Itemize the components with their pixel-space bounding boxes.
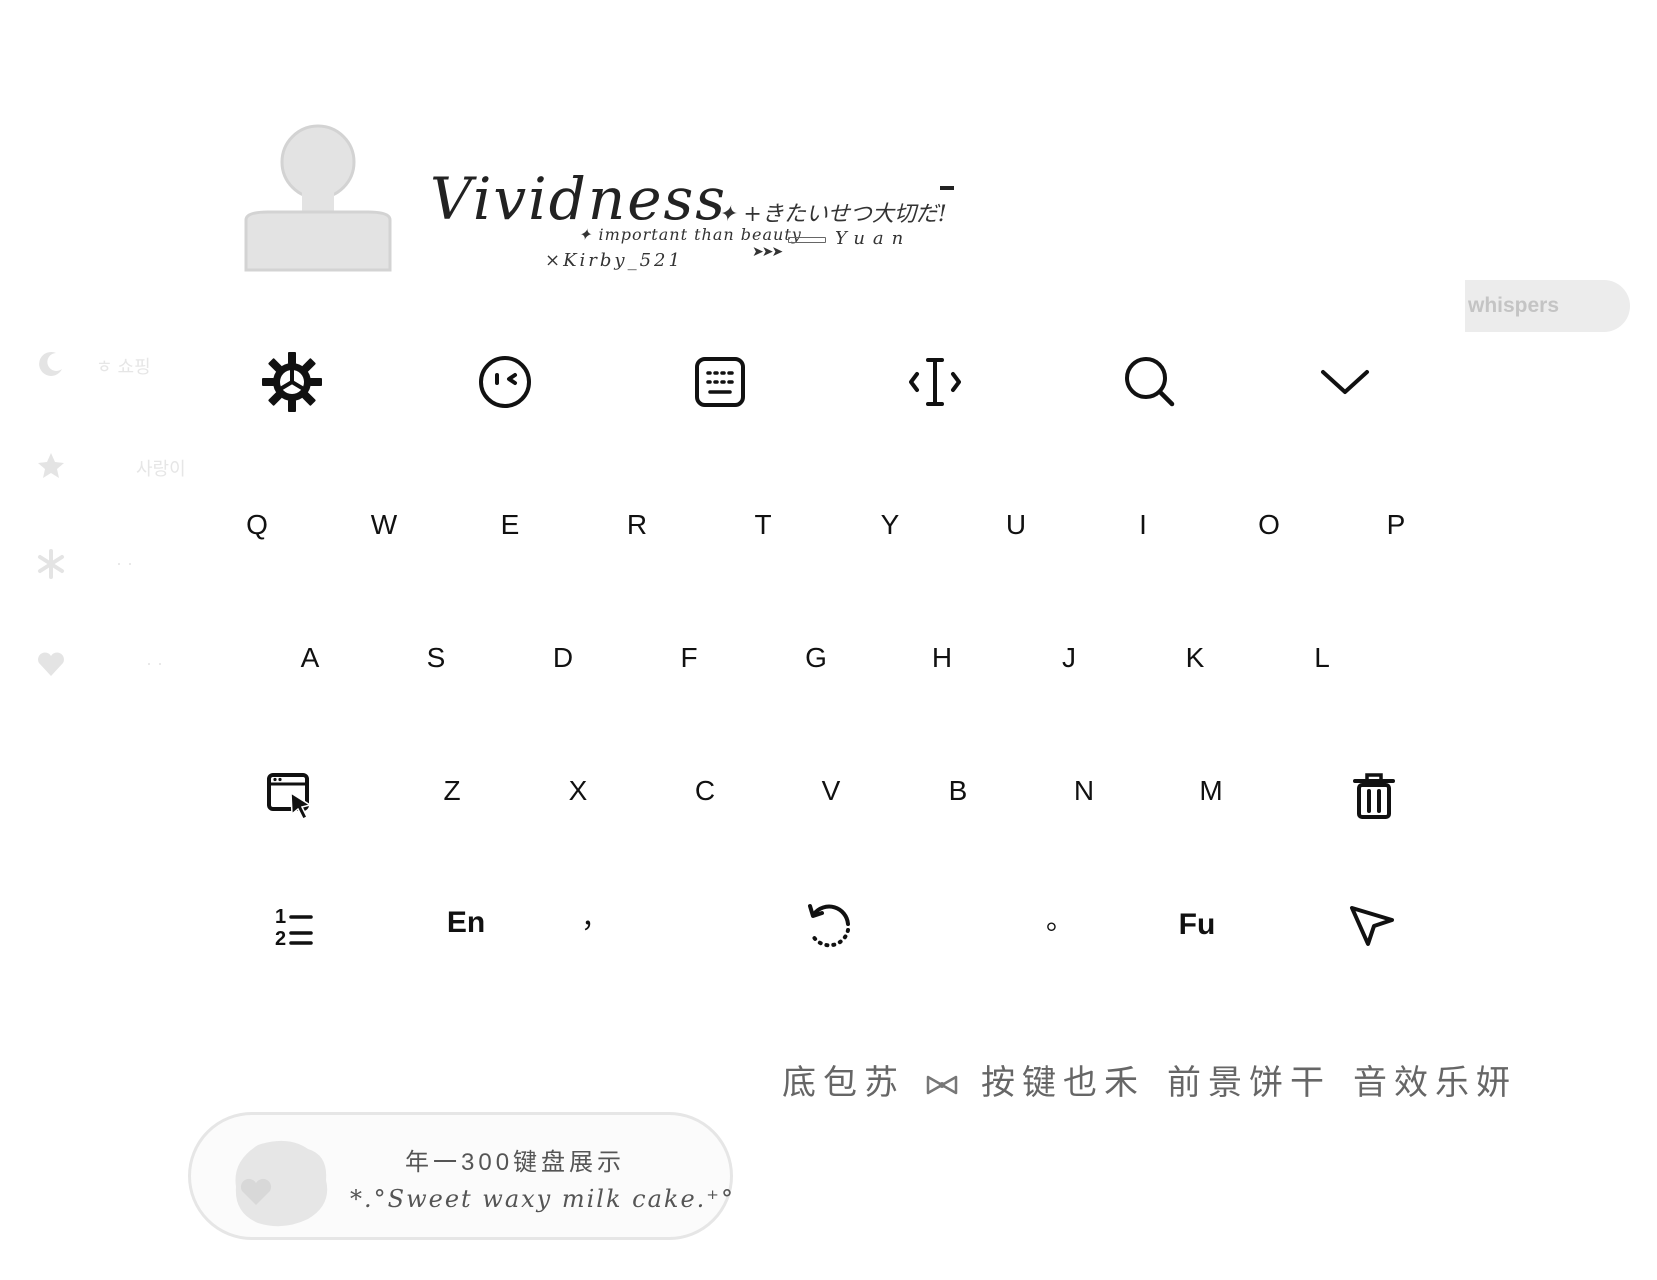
key-n[interactable]: N xyxy=(1044,761,1124,821)
star-icon xyxy=(38,453,64,478)
key-f[interactable]: F xyxy=(649,628,729,688)
numbers-key[interactable]: 1 2 xyxy=(259,891,329,961)
credit-foreground: 前景饼干 xyxy=(1167,1064,1331,1102)
key-x[interactable]: X xyxy=(538,761,618,821)
key-b[interactable]: B xyxy=(918,761,998,821)
language-key[interactable]: En xyxy=(426,893,506,953)
period-key[interactable]: 。 xyxy=(1020,888,1100,948)
binder-clip-icon xyxy=(238,120,398,280)
comma-key[interactable]: ， xyxy=(555,886,635,946)
heart-blob-icon xyxy=(228,1135,338,1230)
key-e[interactable]: E xyxy=(470,495,550,555)
credits-line: 底包苏 按键也禾 前景饼干 音效乐妍 xyxy=(782,1055,1539,1104)
send-icon xyxy=(1350,906,1394,946)
emoji-face-icon xyxy=(479,356,531,408)
numbers-icon: 1 2 xyxy=(275,906,313,950)
undo-icon xyxy=(808,904,850,948)
card-title: 年一300键盘展示 xyxy=(405,1149,626,1176)
key-w[interactable]: W xyxy=(344,495,424,555)
send-key[interactable] xyxy=(1337,891,1407,961)
key-j[interactable]: J xyxy=(1029,628,1109,688)
delete-key[interactable] xyxy=(1339,761,1409,831)
search-icon xyxy=(1125,357,1175,407)
svg-text:1: 1 xyxy=(275,906,286,928)
side-menu-label: 사랑이 xyxy=(136,459,186,479)
banner-arrows: ➤➤➤ xyxy=(752,243,783,259)
gear-icon xyxy=(262,352,322,412)
side-menu-item-moon[interactable]: ㅎ 쇼핑 xyxy=(36,345,206,385)
key-s[interactable]: S xyxy=(396,628,476,688)
heart-icon xyxy=(38,652,64,676)
key-g[interactable]: G xyxy=(776,628,856,688)
card-subtitle: *.°Sweet waxy milk cake.⁺° xyxy=(350,1185,735,1213)
credit-keys: 按键也禾 xyxy=(981,1064,1145,1102)
banner-line xyxy=(788,237,826,243)
undo-key[interactable] xyxy=(795,891,865,961)
key-t[interactable]: T xyxy=(723,495,803,555)
side-menu-item-snowflake[interactable]: · · xyxy=(36,545,206,585)
banner-japanese: ✦ +きたいせつ大切だ! xyxy=(718,202,947,227)
banner-signature: ×Kirby_521 xyxy=(545,250,683,271)
key-p[interactable]: P xyxy=(1356,495,1436,555)
key-k[interactable]: K xyxy=(1155,628,1235,688)
key-m[interactable]: M xyxy=(1171,761,1251,821)
key-v[interactable]: V xyxy=(791,761,871,821)
whispers-label: whispers xyxy=(1468,294,1560,317)
key-c[interactable]: C xyxy=(665,761,745,821)
clipboard-cursor-icon xyxy=(267,773,312,821)
key-i[interactable]: I xyxy=(1103,495,1183,555)
key-r[interactable]: R xyxy=(597,495,677,555)
delete-icon xyxy=(1353,773,1395,819)
side-menu-item-heart[interactable]: · · xyxy=(36,645,206,685)
svg-text:2: 2 xyxy=(275,928,286,950)
settings-button[interactable] xyxy=(257,347,327,417)
side-menu-item-star[interactable]: 사랑이 xyxy=(36,447,206,487)
text-cursor-icon xyxy=(909,358,961,406)
key-q[interactable]: Q xyxy=(217,495,297,555)
clipboard-button[interactable] xyxy=(256,761,326,831)
search-button[interactable] xyxy=(1115,347,1185,417)
key-o[interactable]: O xyxy=(1229,495,1309,555)
collapse-chevron-icon xyxy=(1321,370,1369,394)
banner-subtitle: ✦ important than beauty xyxy=(578,225,802,244)
side-menu-label: ㅎ 쇼핑 xyxy=(96,357,151,377)
moon-icon xyxy=(39,351,62,376)
side-menu-label: · · xyxy=(146,653,163,673)
key-d[interactable]: D xyxy=(523,628,603,688)
key-a[interactable]: A xyxy=(270,628,350,688)
key-l[interactable]: L xyxy=(1282,628,1362,688)
collapse-keyboard-button[interactable] xyxy=(1310,347,1380,417)
banner-name: Yuan xyxy=(835,228,912,249)
side-menu-label: · · xyxy=(116,553,133,573)
fu-key[interactable]: Fu xyxy=(1157,895,1237,955)
bow-icon xyxy=(926,1075,958,1095)
emoji-button[interactable] xyxy=(470,347,540,417)
credit-sound: 音效乐妍 xyxy=(1353,1064,1517,1102)
banner-dash xyxy=(940,186,954,190)
key-u[interactable]: U xyxy=(976,495,1056,555)
keyboard-layout-button[interactable] xyxy=(685,347,755,417)
key-z[interactable]: Z xyxy=(412,761,492,821)
snowflake-icon xyxy=(38,549,64,579)
key-y[interactable]: Y xyxy=(850,495,930,555)
key-h[interactable]: H xyxy=(902,628,982,688)
text-cursor-button[interactable] xyxy=(900,347,970,417)
keyboard-layout-icon xyxy=(695,357,745,407)
credit-base: 底包苏 xyxy=(782,1064,905,1102)
banner-title: Vividness xyxy=(430,165,728,233)
